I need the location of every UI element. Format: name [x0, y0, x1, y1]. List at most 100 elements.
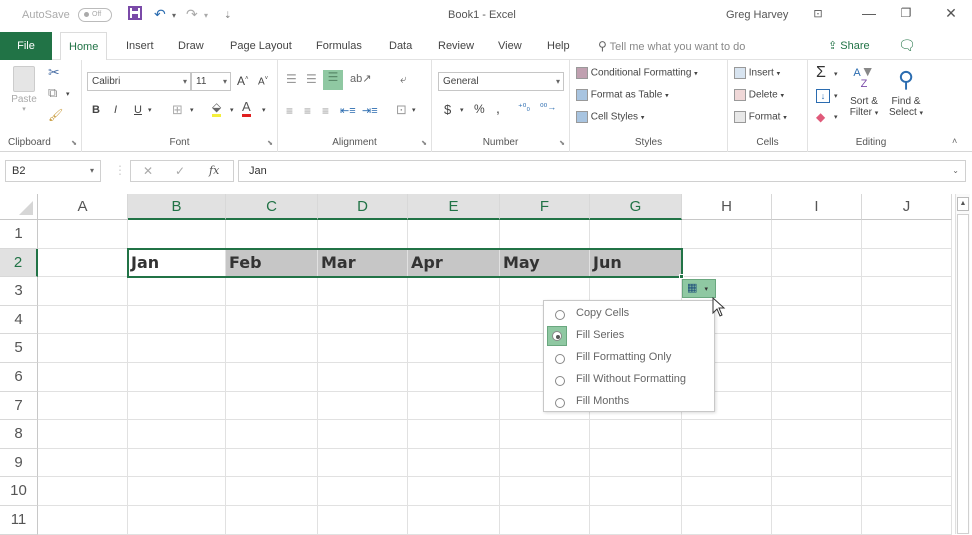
column-header-e[interactable]: E: [408, 194, 500, 220]
cell-d1[interactable]: [318, 220, 408, 249]
cell-g9[interactable]: [590, 448, 682, 478]
scrollbar-thumb[interactable]: [957, 214, 969, 534]
customize-qat-icon[interactable]: ⇣: [224, 10, 232, 21]
cell-d9[interactable]: [318, 448, 408, 478]
borders-icon[interactable]: ⊞: [172, 102, 183, 118]
cell-i10[interactable]: [772, 477, 862, 506]
cell-g2[interactable]: Jun: [590, 248, 682, 278]
cell-f9[interactable]: [500, 448, 590, 478]
increase-font-size-icon[interactable]: A˄: [237, 74, 249, 88]
row-header-1[interactable]: 1: [0, 220, 38, 249]
currency-dropdown-icon[interactable]: ▾: [460, 106, 464, 114]
column-header-g[interactable]: G: [590, 194, 682, 220]
user-name[interactable]: Greg Harvey: [726, 9, 788, 21]
vertical-scrollbar[interactable]: ▲: [955, 194, 970, 534]
underline-button[interactable]: U: [134, 104, 142, 116]
cell-e11[interactable]: [408, 506, 500, 535]
row-header-5[interactable]: 5: [0, 334, 38, 363]
alignment-launcher-icon[interactable]: ⬊: [421, 139, 427, 147]
cell-i5[interactable]: [772, 334, 862, 363]
cell-j11[interactable]: [862, 506, 952, 535]
undo-icon[interactable]: ↶: [154, 6, 166, 23]
copy-dropdown-icon[interactable]: ▾: [66, 90, 70, 98]
cell-i6[interactable]: [772, 363, 862, 392]
cell-d10[interactable]: [318, 477, 408, 506]
cell-h11[interactable]: [682, 506, 772, 535]
column-header-f[interactable]: F: [500, 194, 590, 220]
cell-b10[interactable]: [128, 477, 226, 506]
cell-c10[interactable]: [226, 477, 318, 506]
cell-j1[interactable]: [862, 220, 952, 249]
font-size-combo[interactable]: 11 ▾: [191, 72, 231, 91]
increase-indent-icon[interactable]: ⇥≡: [362, 104, 378, 117]
cell-a8[interactable]: [38, 420, 128, 449]
format-as-table-button[interactable]: Format as Table ▾: [576, 89, 669, 101]
cell-e6[interactable]: [408, 363, 500, 392]
row-header-2[interactable]: 2: [0, 248, 38, 278]
cell-c4[interactable]: [226, 305, 318, 335]
cell-i2[interactable]: [772, 248, 862, 278]
cell-e4[interactable]: [408, 305, 500, 335]
autofill-option-fill-months[interactable]: Fill Months: [544, 391, 714, 413]
cell-b2[interactable]: Jan: [128, 248, 226, 278]
select-all-button[interactable]: [0, 194, 38, 220]
comma-button[interactable]: ,: [496, 100, 500, 116]
autofill-option-fill-formatting-only[interactable]: Fill Formatting Only: [544, 347, 714, 369]
redo-icon[interactable]: ↷: [186, 6, 198, 23]
cell-e10[interactable]: [408, 477, 500, 506]
format-cells-button[interactable]: Format ▾: [734, 111, 787, 123]
italic-button[interactable]: I: [114, 104, 117, 116]
borders-dropdown-icon[interactable]: ▾: [190, 106, 194, 114]
clear-icon[interactable]: ◆: [816, 110, 825, 124]
cell-c2[interactable]: Feb: [226, 248, 318, 278]
autosave-toggle[interactable]: Off: [78, 8, 112, 22]
align-center-icon[interactable]: ≡: [304, 104, 311, 118]
decrease-decimal-icon[interactable]: ⁰⁰→: [540, 102, 556, 113]
cell-a6[interactable]: [38, 363, 128, 392]
cell-d11[interactable]: [318, 506, 408, 535]
tab-page-layout[interactable]: Page Layout: [222, 32, 300, 60]
cell-e7[interactable]: [408, 391, 500, 421]
row-header-11[interactable]: 11: [0, 506, 38, 535]
name-box[interactable]: B2 ▾: [5, 160, 101, 182]
cell-a1[interactable]: [38, 220, 128, 249]
cell-h8[interactable]: [682, 420, 772, 449]
cell-f10[interactable]: [500, 477, 590, 506]
insert-function-icon[interactable]: fx: [209, 164, 219, 177]
cell-e3[interactable]: [408, 277, 500, 306]
cell-b5[interactable]: [128, 334, 226, 363]
cell-j7[interactable]: [862, 391, 952, 421]
cell-b8[interactable]: [128, 420, 226, 449]
restore-icon[interactable]: ❐: [891, 6, 921, 20]
percent-button[interactable]: %: [474, 102, 485, 116]
cell-h1[interactable]: [682, 220, 772, 249]
cell-g10[interactable]: [590, 477, 682, 506]
column-header-d[interactable]: D: [318, 194, 408, 220]
autofill-option-copy-cells[interactable]: Copy Cells: [544, 303, 714, 325]
cell-i8[interactable]: [772, 420, 862, 449]
tab-view[interactable]: View: [490, 32, 530, 60]
cell-j6[interactable]: [862, 363, 952, 392]
increase-decimal-icon[interactable]: ⁺⁰₀: [518, 102, 530, 113]
clear-dropdown-icon[interactable]: ▾: [834, 113, 838, 121]
redo-dropdown-icon[interactable]: ▾: [204, 11, 208, 20]
cell-c6[interactable]: [226, 363, 318, 392]
cell-d4[interactable]: [318, 305, 408, 335]
save-icon[interactable]: [128, 6, 142, 23]
ribbon-display-options-icon[interactable]: ⊡: [803, 7, 833, 20]
column-header-b[interactable]: B: [128, 194, 226, 220]
font-name-combo[interactable]: Calibri ▾: [87, 72, 191, 91]
autosum-button[interactable]: Σ: [816, 64, 826, 82]
comments-icon[interactable]: 🗨: [898, 37, 916, 54]
cell-d8[interactable]: [318, 420, 408, 449]
cell-a3[interactable]: [38, 277, 128, 306]
cell-i4[interactable]: [772, 305, 862, 335]
find-select-button[interactable]: ⚲ Find & Select ▾: [886, 66, 926, 118]
clipboard-launcher-icon[interactable]: ⬊: [71, 139, 77, 147]
cell-f2[interactable]: May: [500, 248, 590, 278]
cell-b1[interactable]: [128, 220, 226, 249]
bottom-align-icon[interactable]: ☰: [323, 70, 343, 90]
tab-draw[interactable]: Draw: [170, 32, 212, 60]
paste-button[interactable]: Paste ▾: [10, 66, 38, 113]
minimize-icon[interactable]: —: [854, 5, 884, 21]
